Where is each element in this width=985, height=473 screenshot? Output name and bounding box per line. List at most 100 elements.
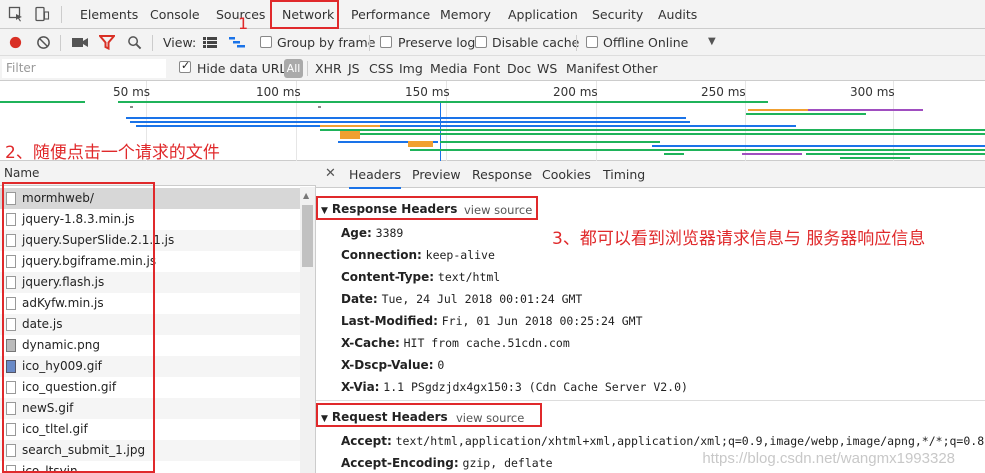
- filter-icon[interactable]: [99, 35, 115, 50]
- divider: [369, 35, 370, 51]
- tab-audits[interactable]: Audits: [658, 7, 697, 22]
- tab-application[interactable]: Application: [508, 7, 578, 22]
- filter-js[interactable]: JS: [348, 61, 360, 76]
- waterfall-bar: [130, 121, 690, 123]
- header-row: Last-Modified: Fri, 01 Jun 2018 00:25:24…: [341, 314, 643, 328]
- tick-label: 300 ms: [850, 85, 895, 99]
- divider: [61, 6, 62, 23]
- waterfall-bar: [408, 141, 433, 147]
- filter-manifest[interactable]: Manifest: [566, 61, 619, 76]
- tab-preview[interactable]: Preview: [412, 167, 461, 182]
- tab-headers[interactable]: Headers: [349, 167, 402, 189]
- offline-checkbox[interactable]: [586, 36, 598, 48]
- waterfall-bar: [806, 153, 985, 155]
- header-row: X-Dscp-Value: 0: [341, 358, 445, 372]
- waterfall-bar: [808, 109, 923, 111]
- view-label: View:: [163, 35, 197, 50]
- annotation-step-3: 3、都可以看到浏览器请求信息与 服务器响应信息: [552, 229, 926, 249]
- divider: [60, 35, 61, 51]
- tab-elements[interactable]: Elements: [80, 7, 138, 22]
- tab-performance[interactable]: Performance: [351, 7, 430, 22]
- device-toolbar-icon[interactable]: [34, 6, 50, 22]
- waterfall-bar: [130, 106, 133, 108]
- waterfall-bar: [746, 113, 866, 115]
- tab-timing[interactable]: Timing: [603, 167, 645, 182]
- filter-css[interactable]: CSS: [369, 61, 394, 76]
- scrollbar-thumb[interactable]: [302, 205, 313, 267]
- waterfall-bar: [126, 117, 686, 119]
- header-row: Connection: keep-alive: [341, 248, 495, 262]
- tab-cookies[interactable]: Cookies: [542, 167, 591, 182]
- header-row: Accept: text/html,application/xhtml+xml,…: [341, 434, 985, 448]
- waterfall-bar: [440, 141, 660, 143]
- tick-label: 200 ms: [553, 85, 598, 99]
- response-headers-highlight: [316, 196, 538, 220]
- watermark: https://blog.csdn.net/wangmx1993328: [702, 450, 955, 467]
- header-row: Age: 3389: [341, 226, 404, 240]
- close-icon[interactable]: ✕: [325, 166, 336, 181]
- tab-console[interactable]: Console: [150, 7, 200, 22]
- network-tab-highlight: [270, 0, 339, 29]
- waterfall-bar: [320, 129, 985, 131]
- preserve-log-checkbox[interactable]: [380, 36, 392, 48]
- header-row: X-Via: 1.1 PSgdzjdx4gx150:3 (Cdn Cache S…: [341, 380, 688, 394]
- preserve-log-label: Preserve log: [398, 35, 476, 50]
- devtools-tab-bar: Elements Console Sources Network Perform…: [0, 0, 985, 29]
- disable-cache-checkbox[interactable]: [475, 36, 487, 48]
- hide-data-urls-checkbox[interactable]: [179, 59, 191, 73]
- tick-label: 100 ms: [256, 85, 301, 99]
- filter-doc[interactable]: Doc: [507, 61, 531, 76]
- filter-font[interactable]: Font: [473, 61, 500, 76]
- filter-xhr[interactable]: XHR: [315, 61, 342, 76]
- tab-security[interactable]: Security: [592, 7, 643, 22]
- network-toolbar: View: Group by frame Preserve log Disabl…: [0, 29, 985, 56]
- filter-ws[interactable]: WS: [537, 61, 557, 76]
- waterfall-bar: [748, 109, 808, 111]
- header-row: Content-Type: text/html: [341, 270, 501, 284]
- divider: [152, 35, 153, 51]
- tick-label: 250 ms: [701, 85, 746, 99]
- waterfall-bar: [118, 101, 768, 103]
- filter-bar: Filter Hide data URLs All XHR JS CSS Img…: [0, 56, 985, 81]
- filter-other[interactable]: Other: [622, 61, 658, 76]
- search-icon[interactable]: [127, 35, 142, 50]
- waterfall-bar: [0, 101, 85, 103]
- annotation-step-2: 2、随便点击一个请求的文件: [5, 143, 220, 163]
- clear-icon[interactable]: [36, 35, 51, 50]
- annotation-step-1: 1: [238, 14, 249, 33]
- scroll-up-icon[interactable]: ▲: [303, 191, 309, 200]
- name-column-header[interactable]: Name: [4, 166, 39, 180]
- offline-label: Offline: [603, 35, 645, 50]
- divider: [576, 35, 577, 51]
- chevron-down-icon[interactable]: ▼: [708, 36, 716, 47]
- throttling-select[interactable]: Online: [648, 35, 688, 50]
- tick-label: 150 ms: [405, 85, 450, 99]
- waterfall-bar: [742, 153, 802, 155]
- filter-img[interactable]: Img: [399, 61, 423, 76]
- filter-media[interactable]: Media: [430, 61, 468, 76]
- group-by-frame-checkbox[interactable]: [260, 36, 272, 48]
- tab-response[interactable]: Response: [472, 167, 532, 182]
- detail-tab-bar: ✕ Headers Preview Response Cookies Timin…: [316, 161, 985, 189]
- waterfall-bar: [340, 131, 360, 139]
- waterfall-bar: [318, 106, 321, 108]
- record-icon[interactable]: [8, 35, 23, 50]
- waterfall-bar: [664, 153, 684, 155]
- divider: [307, 61, 308, 76]
- hide-data-urls-label: Hide data URLs: [197, 61, 293, 76]
- header-row: Accept-Encoding: gzip, deflate: [341, 456, 553, 470]
- inspect-element-icon[interactable]: [8, 6, 24, 22]
- file-list-highlight: [2, 182, 155, 473]
- large-rows-icon[interactable]: [203, 37, 217, 48]
- group-by-frame-label: Group by frame: [277, 35, 376, 50]
- filter-input[interactable]: Filter: [2, 59, 166, 78]
- waterfall-bar: [136, 125, 796, 127]
- tab-memory[interactable]: Memory: [440, 7, 491, 22]
- camera-icon[interactable]: [72, 36, 89, 49]
- filter-all-button[interactable]: All: [284, 59, 303, 78]
- waterfall-bar: [320, 125, 380, 127]
- section-divider: [316, 400, 985, 401]
- waterfall-bar: [410, 149, 985, 151]
- waterfall-icon[interactable]: [229, 37, 245, 48]
- waterfall-bar: [652, 145, 985, 147]
